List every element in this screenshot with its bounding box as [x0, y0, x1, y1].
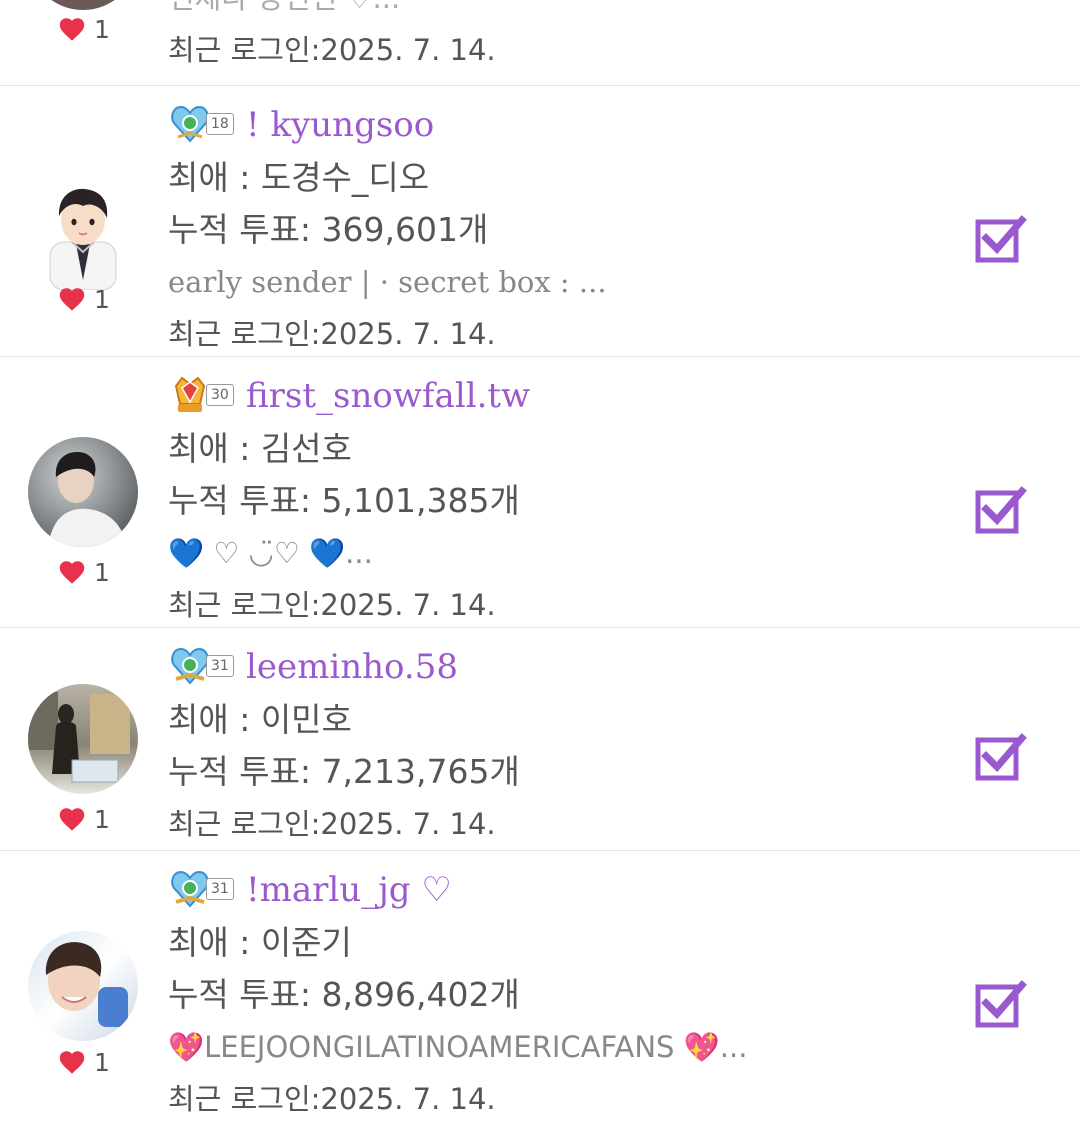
heart-icon — [59, 1051, 85, 1074]
level-badge: 18 — [168, 103, 238, 147]
avatar[interactable] — [28, 0, 138, 10]
checkbox-checked-icon[interactable] — [972, 210, 1028, 266]
user-bio: 언제나 당신편 ♡... — [168, 0, 948, 24]
avatar[interactable] — [28, 180, 138, 290]
favorite-idol: 최애 : 김선호 — [168, 429, 352, 468]
heart-gem-icon — [171, 105, 209, 143]
like-count-value: 1 — [94, 284, 110, 314]
favorite-idol: 최애 : 이민호 — [168, 700, 352, 739]
like-count-value: 1 — [94, 14, 110, 44]
profile-photo — [48, 452, 126, 547]
user-bio: 💖LEEJOONGILATINOAMERICAFANS 💖... — [168, 1030, 748, 1064]
last-login: 최근 로그인:2025. 7. 14. — [168, 33, 496, 67]
total-votes: 누적 투표: 369,601개 — [168, 210, 489, 249]
level-badge: 30 — [168, 374, 238, 418]
like-count[interactable]: 1 — [58, 1047, 110, 1077]
like-count[interactable]: 1 — [58, 284, 110, 314]
checkbox-checked-icon[interactable] — [972, 728, 1028, 784]
like-count-value: 1 — [94, 557, 110, 587]
heart-icon — [59, 18, 85, 41]
checkbox-checked-icon[interactable] — [972, 481, 1028, 537]
total-votes: 누적 투표: 7,213,765개 — [168, 752, 520, 791]
like-count[interactable]: 1 — [58, 14, 110, 44]
last-login: 최근 로그인:2025. 7. 14. — [168, 1082, 496, 1116]
list-item[interactable]: 1 언제나 당신편 ♡... 최근 로그인:2025. 7. 14. — [0, 0, 1080, 86]
avatar[interactable] — [28, 437, 138, 547]
checkbox-checked-icon[interactable] — [972, 975, 1028, 1031]
level-number: 31 — [206, 878, 234, 900]
avatar[interactable] — [28, 684, 138, 794]
favorite-idol: 최애 : 이준기 — [168, 923, 352, 962]
username[interactable]: !marlu_jg ♡ — [246, 870, 452, 910]
like-count[interactable]: 1 — [58, 557, 110, 587]
heart-gem-icon — [171, 647, 209, 685]
level-badge: 31 — [168, 645, 238, 689]
last-login: 최근 로그인:2025. 7. 14. — [168, 588, 496, 622]
level-badge: 31 — [168, 868, 238, 912]
heart-icon — [59, 561, 85, 584]
list-item[interactable]: 1 30 first_snowfall.tw 최애 : 김선호 누적 투표: 5… — [0, 357, 1080, 628]
cartoon-avatar-image — [49, 188, 117, 290]
list-item[interactable]: 1 31 !marlu_jg ♡ 최애 : 이준기 누적 투표: 8,896,4… — [0, 851, 1080, 1116]
heart-icon — [59, 288, 85, 311]
profile-photo — [45, 942, 128, 1027]
like-count[interactable]: 1 — [58, 804, 110, 834]
level-number: 31 — [206, 655, 234, 677]
heart-icon — [59, 808, 85, 831]
like-count-value: 1 — [94, 804, 110, 834]
user-bio: early sender | · secret box : ... — [168, 265, 607, 299]
list-item[interactable]: 1 31 leeminho.58 최애 : 이민호 누적 투표: 7,213,7… — [0, 628, 1080, 851]
last-login: 최근 로그인:2025. 7. 14. — [168, 807, 496, 841]
list-item[interactable]: 1 18 ! kyungsoo 최애 : 도경수_디오 누적 투표: 369,6… — [0, 86, 1080, 357]
profile-photo — [28, 692, 130, 783]
like-count-value: 1 — [94, 1047, 110, 1077]
avatar[interactable] — [28, 931, 138, 1041]
favorite-idol: 최애 : 도경수_디오 — [168, 158, 430, 197]
username[interactable]: ! kyungsoo — [246, 105, 434, 145]
user-bio: 💙 ♡ ◡̈♡ 💙... — [168, 536, 373, 570]
total-votes: 누적 투표: 5,101,385개 — [168, 481, 520, 520]
last-login: 최근 로그인:2025. 7. 14. — [168, 317, 496, 351]
level-number: 18 — [206, 113, 234, 135]
username[interactable]: first_snowfall.tw — [246, 376, 530, 416]
level-number: 30 — [206, 384, 234, 406]
username[interactable]: leeminho.58 — [246, 647, 458, 687]
heart-gem-icon — [171, 870, 209, 908]
total-votes: 누적 투표: 8,896,402개 — [168, 975, 520, 1014]
crown-gem-icon — [174, 376, 206, 412]
